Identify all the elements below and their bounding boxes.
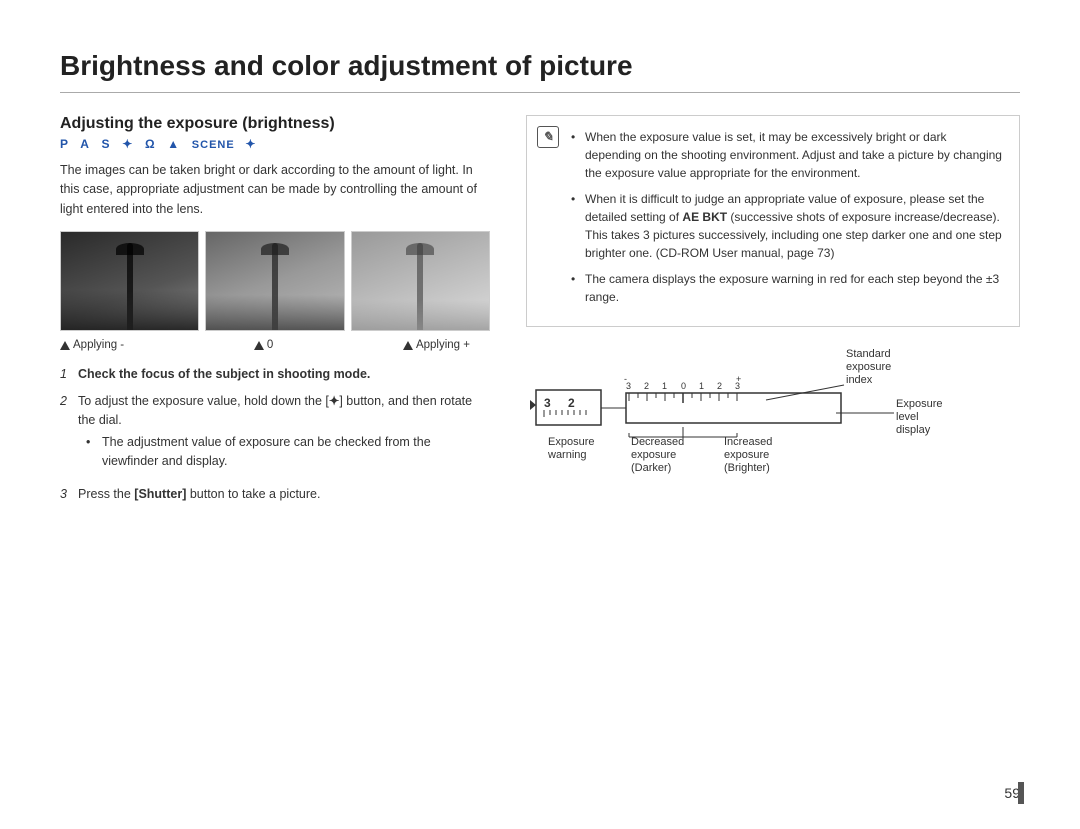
exp-warning-label-2: warning [547,449,587,461]
step-2-bullets: • The adjustment value of exposure can b… [86,433,490,471]
note-box: ✎ • When the exposure value is set, it m… [526,115,1020,327]
note-bullet-1: • When the exposure value is set, it may… [571,128,1005,182]
intro-text: The images can be taken bright or dark a… [60,161,490,219]
photo-bright [351,231,490,331]
note-bullet-dot-2: • [571,190,579,262]
exp-level-label-1: Exposure [896,398,942,410]
step-3: 3 Press the [Shutter] button to take a p… [60,485,490,504]
note-bullet-dot-3: • [571,270,579,306]
left-column: Adjusting the exposure (brightness) P A … [60,115,490,512]
warning-box-arrow [530,400,536,410]
step-1: 1 Check the focus of the subject in shoo… [60,365,490,384]
minus-sign: - [624,374,627,384]
step-2-bullet-1-text: The adjustment value of exposure can be … [102,433,490,471]
increased-label-2: exposure [724,449,769,461]
increased-label-3: (Brighter) [724,462,770,474]
mode-icons: P A S ✦ Ω ▲ SCENE ✦ [60,137,490,151]
note-content: • When the exposure value is set, it may… [571,128,1005,306]
step-1-text: Check the focus of the subject in shooti… [78,365,370,384]
right-column: ✎ • When the exposure value is set, it m… [526,115,1020,512]
photo-dark [60,231,199,331]
exposure-diagram: Standard exposure index Exposure level d… [526,345,1020,490]
bullet-dot: • [86,433,96,471]
page-number-bar [1018,782,1024,804]
note-text-3: The camera displays the exposure warning… [585,270,1005,306]
step-2-text: To adjust the exposure value, hold down … [78,392,490,477]
standard-index-label-3: index [846,374,873,386]
note-icon: ✎ [537,126,559,148]
triangle-icon-dark [60,341,70,350]
caption-medium: 0 [254,339,273,351]
note-text-2: When it is difficult to judge an appropr… [585,190,1005,262]
photo-medium [205,231,344,331]
decreased-label-3: (Darker) [631,462,671,474]
caption-medium-label: 0 [267,339,273,351]
decreased-label-1: Decreased [631,436,684,448]
increased-label-1: Increased [724,436,772,448]
step-3-num: 3 [60,485,72,504]
decreased-label-2: exposure [631,449,676,461]
scale-minus-2: 2 [644,381,649,391]
step-1-num: 1 [60,365,72,384]
caption-bright: Applying + [403,339,470,351]
note-bullet-3: • The camera displays the exposure warni… [571,270,1005,306]
step-3-text: Press the [Shutter] button to take a pic… [78,485,320,504]
step-2-bullet-1: • The adjustment value of exposure can b… [86,433,490,471]
triangle-icon-medium [254,341,264,350]
content-area: Adjusting the exposure (brightness) P A … [60,115,1020,512]
note-bullet-dot-1: • [571,128,579,182]
triangle-icon-bright [403,341,413,350]
exp-level-label-2: level [896,411,919,423]
standard-index-label: Standard [846,348,891,360]
section-heading: Adjusting the exposure (brightness) [60,115,490,133]
photo-captions: Applying - 0 Applying + [60,339,490,351]
plus-sign: + [736,374,741,384]
warning-num-2: 2 [568,396,575,410]
step-2: 2 To adjust the exposure value, hold dow… [60,392,490,477]
caption-bright-label: Applying + [416,339,470,351]
exp-warning-label-1: Exposure [548,436,594,448]
scale-zero: 0 [681,381,686,391]
caption-dark-label: Applying - [73,339,124,351]
scale-plus-1: 1 [699,381,704,391]
photo-strip [60,231,490,331]
diagram-svg: Standard exposure index Exposure level d… [526,345,956,485]
scale-minus-1: 1 [662,381,667,391]
page-title: Brightness and color adjustment of pictu… [60,50,1020,93]
page: Brightness and color adjustment of pictu… [0,0,1080,829]
note-text-1: When the exposure value is set, it may b… [585,128,1005,182]
warning-num-3: 3 [544,396,551,410]
caption-dark: Applying - [60,339,124,351]
step-2-num: 2 [60,392,72,477]
note-bullet-2: • When it is difficult to judge an appro… [571,190,1005,262]
scale-plus-2: 2 [717,381,722,391]
standard-index-label-2: exposure [846,361,891,373]
exp-level-label-3: display [896,424,931,436]
scale-bar-rect [626,393,841,423]
